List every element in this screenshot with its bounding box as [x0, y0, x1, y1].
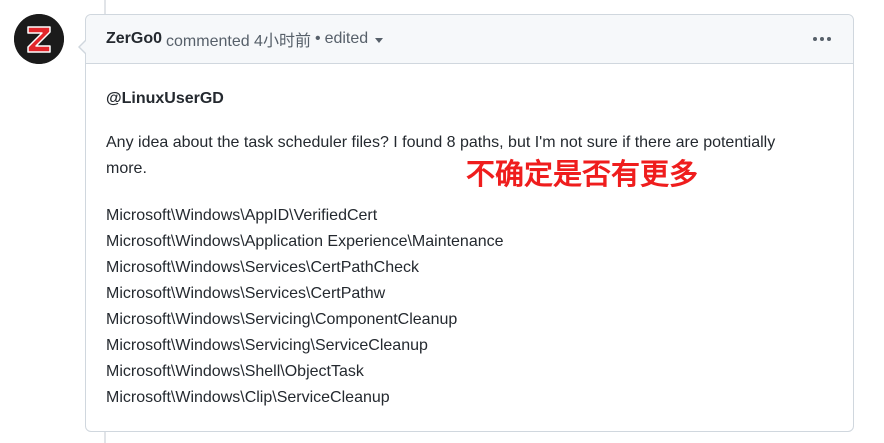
path-item: Microsoft\Windows\Application Experience…: [106, 233, 504, 250]
path-item: Microsoft\Windows\Services\CertPathCheck: [106, 259, 419, 276]
comment-timestamp[interactable]: commented 4小时前: [166, 27, 311, 51]
avatar[interactable]: [14, 14, 64, 64]
comment-card: ZerGo0 commented 4小时前 • edited @LinuxUse…: [78, 14, 854, 432]
path-item: Microsoft\Windows\Servicing\ServiceClean…: [106, 337, 428, 354]
avatar-z-logo: [14, 14, 64, 64]
path-item: Microsoft\Windows\Services\CertPathw: [106, 285, 386, 302]
path-item: Microsoft\Windows\AppID\VerifiedCert: [106, 207, 378, 224]
edited-dropdown[interactable]: edited: [325, 30, 384, 48]
user-mention[interactable]: @LinuxUserGD: [106, 86, 224, 112]
header-separator: •: [314, 30, 321, 47]
path-item: Microsoft\Windows\Shell\ObjectTask: [106, 363, 364, 380]
caret-down-icon: [375, 38, 384, 43]
path-list: Microsoft\Windows\AppID\VerifiedCert Mic…: [106, 203, 504, 411]
kebab-horizontal-icon[interactable]: [811, 33, 833, 45]
red-annotation: 不确定是否有更多: [466, 159, 699, 191]
comment-header: ZerGo0 commented 4小时前 • edited: [86, 15, 853, 64]
author-link[interactable]: ZerGo0: [106, 30, 162, 48]
edited-label: edited: [324, 30, 369, 47]
path-item: Microsoft\Windows\Clip\ServiceCleanup: [106, 389, 390, 406]
path-item: Microsoft\Windows\Servicing\ComponentCle…: [106, 311, 458, 328]
